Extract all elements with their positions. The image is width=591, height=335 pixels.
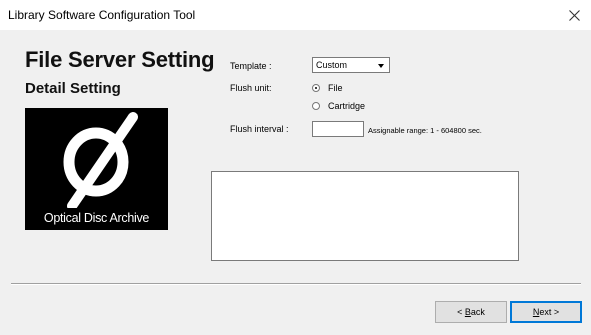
template-value: Custom [316,60,348,70]
disc-slash-icon [63,112,138,208]
next-button[interactable]: Next > [510,301,582,323]
flush-unit-file-label: File [328,83,343,93]
flush-interval-input[interactable] [312,121,364,137]
window-title: Library Software Configuration Tool [8,8,196,22]
flush-interval-hint: Assignable range: 1 - 604800 sec. [368,126,482,135]
title-bar: Library Software Configuration Tool [0,0,591,30]
close-icon [568,9,580,21]
page-subtitle: Detail Setting [25,80,121,97]
back-button[interactable]: < Back [435,301,507,323]
logo-text: Optical Disc Archive [43,211,150,225]
flush-interval-label: Flush interval : [230,124,289,134]
close-button[interactable] [561,3,587,27]
flush-unit-cartridge-label: Cartridge [328,101,366,111]
optical-disc-archive-logo: Optical Disc Archive [25,108,168,230]
footer-divider [11,283,581,285]
template-dropdown[interactable]: Custom [312,57,390,73]
page-title: File Server Setting [25,47,215,72]
radio-unselected-icon [312,102,320,110]
radio-selected-icon [312,84,320,92]
template-label: Template : [230,61,272,71]
flush-unit-cartridge-radio[interactable]: Cartridge [312,100,382,112]
flush-unit-label: Flush unit: [230,83,272,93]
flush-unit-file-radio[interactable]: File [312,82,372,94]
message-box[interactable] [211,171,519,261]
chevron-down-icon [378,64,384,68]
